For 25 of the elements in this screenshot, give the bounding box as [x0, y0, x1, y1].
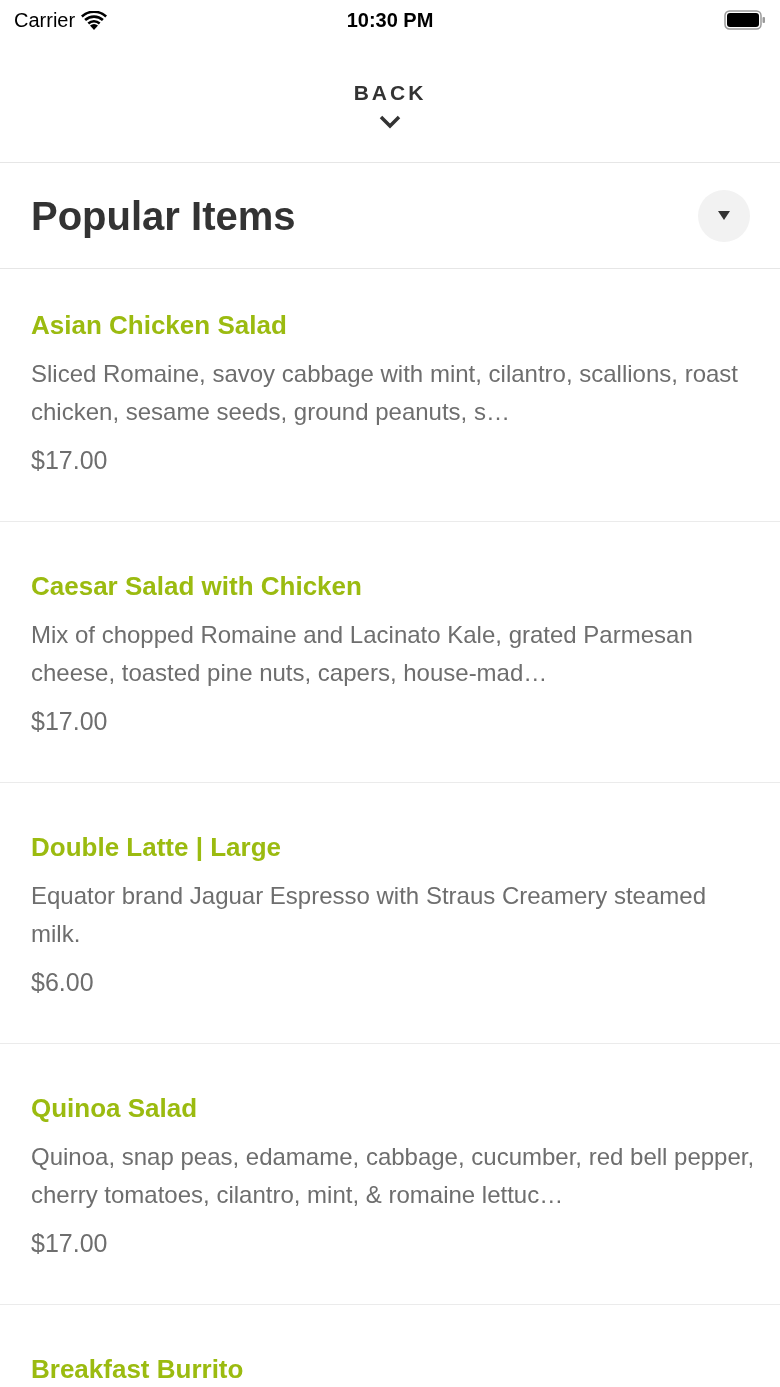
item-name: Asian Chicken Salad: [31, 309, 288, 341]
item-name: Caesar Salad with Chicken: [31, 570, 363, 602]
chevron-down-icon: [379, 114, 401, 129]
section-title: Popular Items: [31, 192, 296, 240]
item-description: Equator brand Jaguar Espresso with Straus Creamery steamed milk.: [31, 881, 707, 949]
battery-icon: [724, 10, 766, 30]
item-name: Quinoa Salad: [31, 1092, 199, 1124]
item-price: $17.00: [31, 706, 109, 737]
menu-item-row[interactable]: Quinoa Salad Quinoa, snap peas, edamame, cabbage, cucumber, red bell pepper, cherry tomatoes, cilantro, mint, & romaine lettuc… $17.00: [0, 1044, 780, 1305]
wifi-icon: [81, 10, 108, 30]
item-description: Quinoa, snap peas, edamame, cabbage, cucumber, red bell pepper, cherry tomatoes, cilantro, mint, & romaine lettuc…: [31, 1142, 756, 1210]
status-time: 10:30 PM: [346, 8, 434, 33]
item-name: Double Latte | Large: [31, 831, 282, 863]
item-price: $17.00: [31, 445, 109, 476]
item-description: Sliced Romaine, savoy cabbage with mint, cilantro, scallions, roast chicken, sesame seeds, ground peanuts, s…: [31, 359, 739, 427]
item-description: Mix of chopped Romaine and Lacinato Kale, grated Parmesan cheese, toasted pine nuts, capers, house-mad…: [31, 620, 694, 688]
carrier-label: Carrier: [14, 8, 76, 33]
back-button[interactable]: BACK: [353, 73, 427, 129]
menu-item-row[interactable]: Caesar Salad with Chicken Mix of chopped Romaine and Lacinato Kale, grated Parmesan cheese, toasted pine nuts, capers, house-mad… $17.00: [0, 522, 780, 783]
item-name: Breakfast Burrito: [31, 1353, 245, 1385]
menu-item-row[interactable]: Double Latte | Large Equator brand Jaguar Espresso with Straus Creamery steamed milk. $6.00: [0, 783, 780, 1044]
item-price: $17.00: [31, 1228, 109, 1259]
triangle-down-icon: [718, 211, 730, 220]
item-price: $6.00: [31, 967, 95, 998]
menu-item-row[interactable]: Asian Chicken Salad Sliced Romaine, savoy cabbage with mint, cilantro, scallions, roast chicken, sesame seeds, ground peanuts, s… $17.00: [0, 269, 780, 522]
